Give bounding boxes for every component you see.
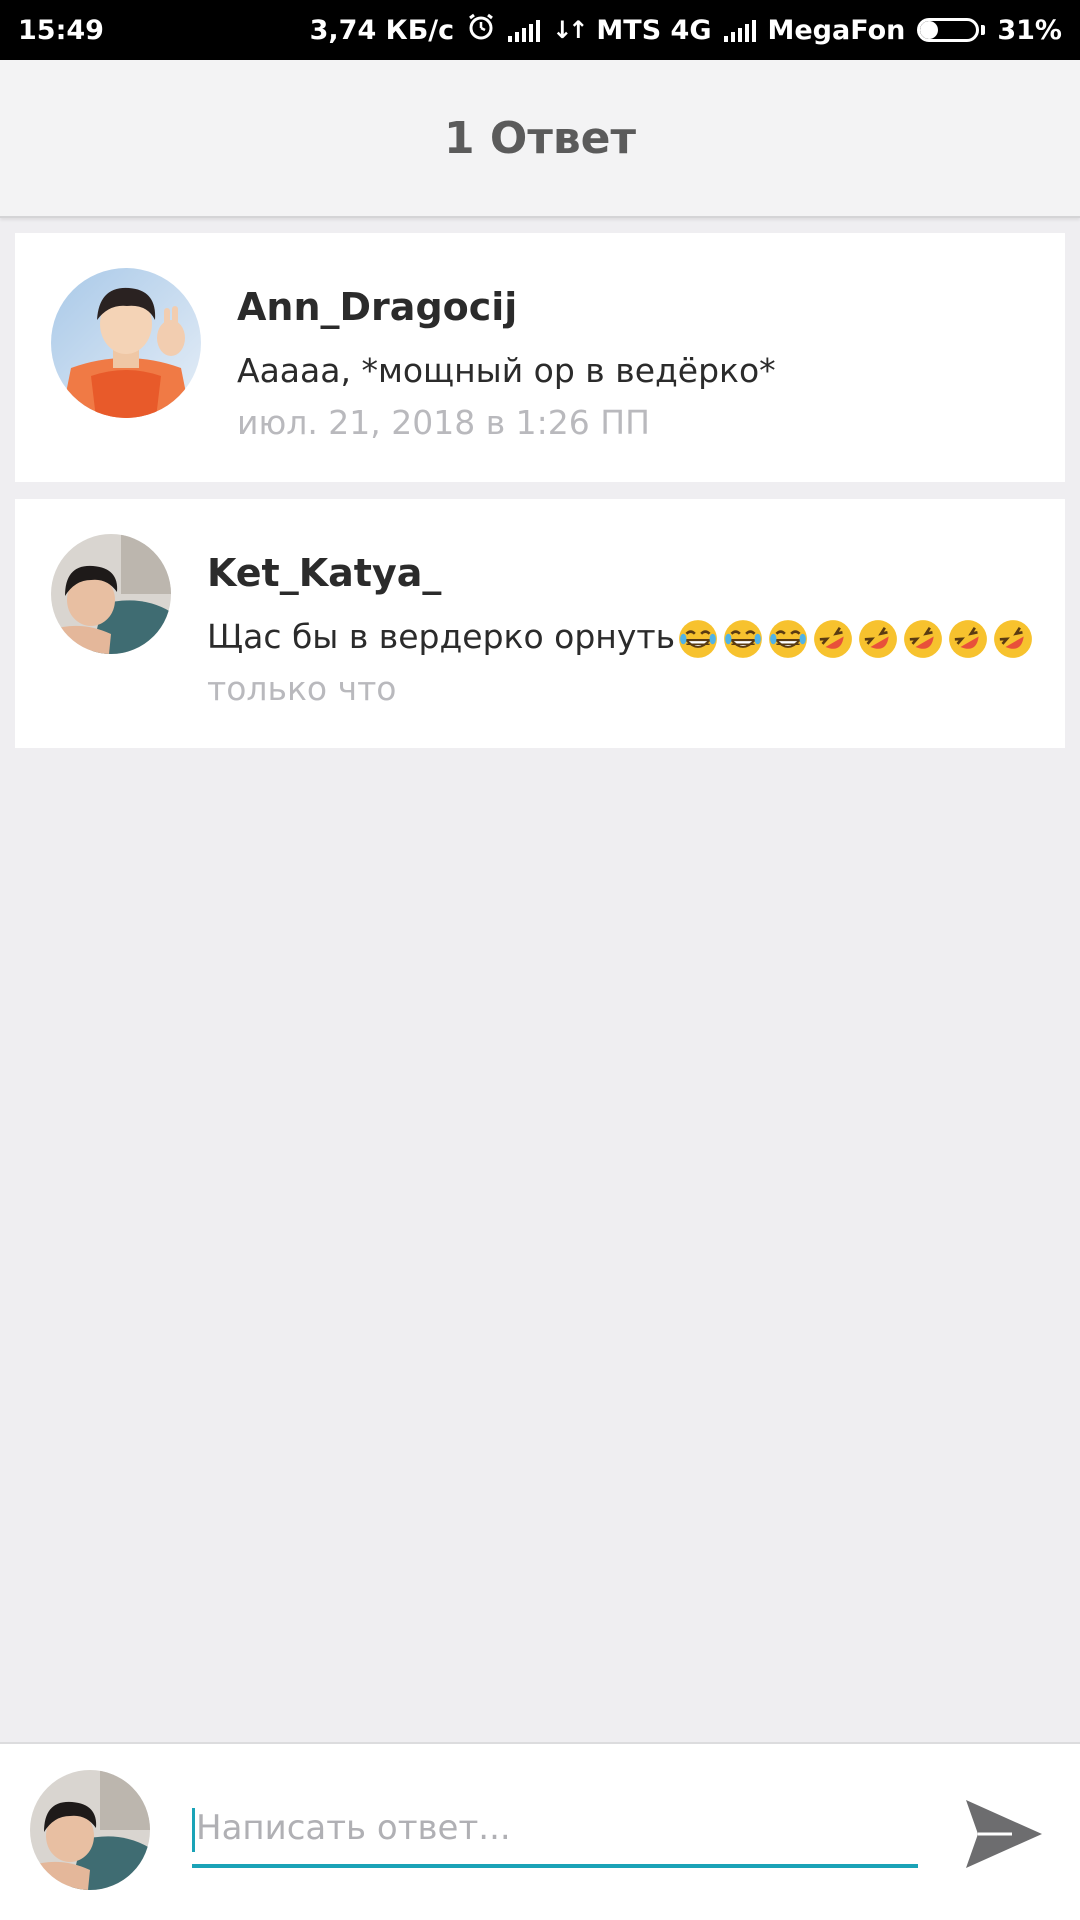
comment-timestamp: июл. 21, 2018 в 1:26 ПП (237, 403, 650, 442)
rofl-emoji-icon (992, 618, 1034, 660)
net-speed: 3,74 КБ/с (309, 14, 455, 46)
carrier-1: MTS 4G (596, 14, 712, 46)
comment-username[interactable]: Ann_Dragocij (237, 285, 517, 329)
send-button[interactable] (962, 1792, 1046, 1876)
rofl-emoji-icon (857, 618, 899, 660)
battery-icon (917, 18, 986, 42)
status-icons: 3,74 КБ/с ↓↑ MTS 4G MegaFon 31% (310, 12, 1062, 49)
reply-input-wrapper[interactable] (192, 1796, 918, 1868)
battery-percent: 31% (997, 14, 1062, 46)
carrier-2: MegaFon (767, 14, 906, 46)
avatar[interactable] (30, 1770, 150, 1890)
comment-text-content: Щас бы в вердерко орнуть (207, 617, 676, 656)
comment-text: Ааааа, *мощный ор в ведёрко* (237, 351, 776, 390)
rofl-emoji-icon (902, 618, 944, 660)
comment-timestamp: только что (207, 669, 397, 708)
send-icon (966, 1800, 1042, 1868)
reply-input[interactable] (192, 1796, 918, 1860)
comment-text: Щас бы в вердерко орнуть (207, 617, 1037, 660)
reply-compose-bar (0, 1742, 1080, 1920)
emoji-row (677, 617, 1037, 660)
avatar[interactable] (51, 534, 171, 654)
joy-emoji-icon (677, 618, 719, 660)
avatar[interactable] (51, 268, 201, 418)
status-time: 15:49 (18, 14, 104, 46)
joy-emoji-icon (722, 618, 764, 660)
header: 1 Ответ (0, 60, 1080, 218)
signal-icon (508, 18, 541, 42)
rofl-emoji-icon (812, 618, 854, 660)
alarm-icon (466, 12, 496, 49)
comment-username[interactable]: Ket_Katya_ (207, 551, 441, 595)
rofl-emoji-icon (947, 618, 989, 660)
page-title: 1 Ответ (443, 112, 637, 164)
data-arrows-icon: ↓↑ (552, 16, 588, 44)
comment-card[interactable]: Ann_Dragocij Ааааа, *мощный ор в ведёрко… (15, 233, 1065, 482)
comment-card[interactable]: Ket_Katya_ Щас бы в вердерко орнуть толь… (15, 499, 1065, 748)
status-bar: 15:49 3,74 КБ/с ↓↑ MTS 4G MegaFon 31% (0, 0, 1080, 60)
signal-icon (723, 18, 756, 42)
joy-emoji-icon (767, 618, 809, 660)
